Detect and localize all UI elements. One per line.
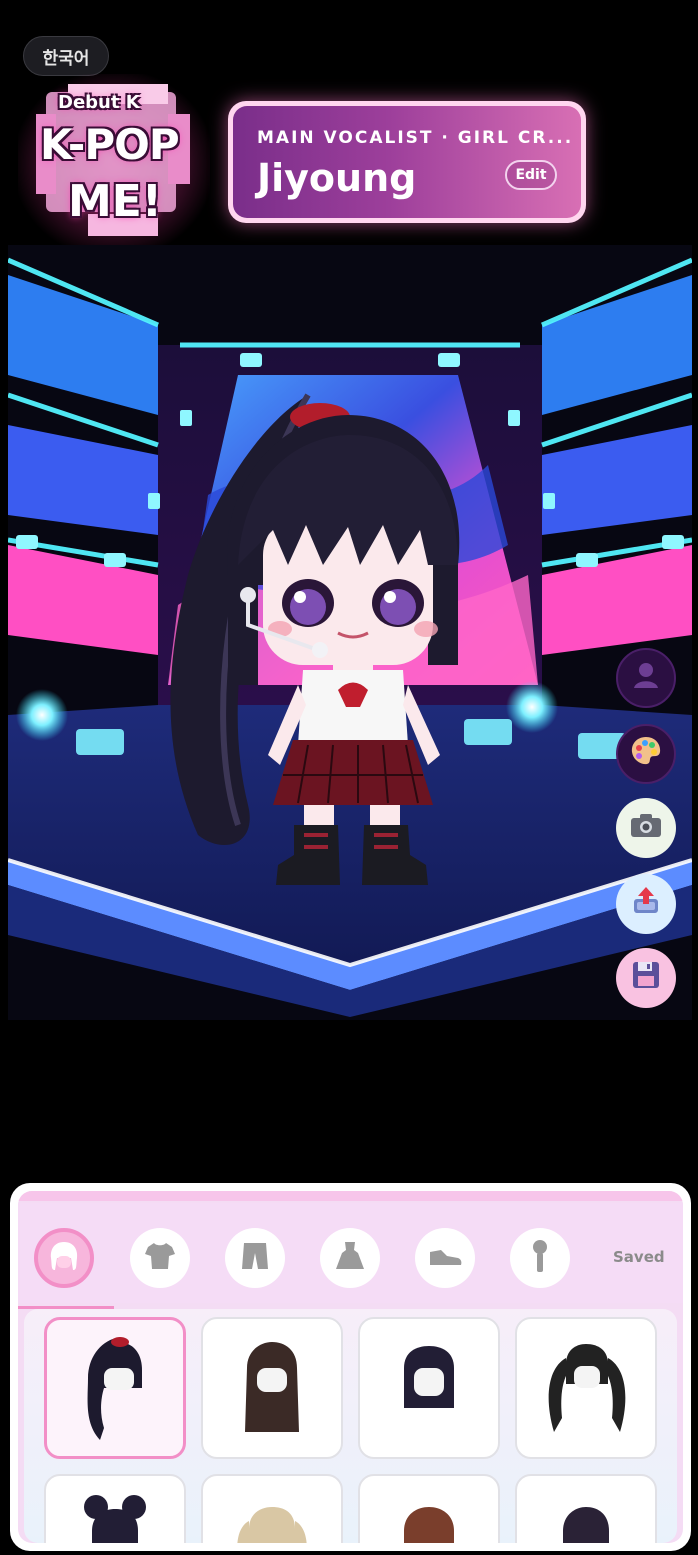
- logo-me-text: ME!: [68, 176, 162, 227]
- person-icon: [631, 660, 661, 697]
- hair-item-dark-short[interactable]: [515, 1474, 657, 1543]
- category-tabs: Saved: [18, 1203, 683, 1309]
- idol-name: Jiyoung: [257, 156, 417, 200]
- logo-debut-text: Debut K: [58, 92, 140, 113]
- dress-icon: [333, 1239, 367, 1277]
- hair-item-auburn[interactable]: [358, 1474, 500, 1543]
- hair-icon: [46, 1238, 82, 1278]
- share-icon: [630, 885, 662, 924]
- shirt-icon: [143, 1239, 177, 1277]
- tab-saved[interactable]: Saved: [613, 1248, 665, 1266]
- stage-scene: [8, 245, 692, 1020]
- hair-item-black-twin-tails[interactable]: [515, 1317, 657, 1459]
- game-logo: Debut K K-POP ME!: [18, 74, 210, 254]
- profile-card: MAIN VOCALIST · GIRL CR... Jiyoung Edit: [228, 101, 586, 223]
- camera-icon: [629, 811, 663, 846]
- edit-name-button[interactable]: Edit: [505, 160, 557, 190]
- idol-role: MAIN VOCALIST · GIRL CR...: [257, 128, 574, 148]
- shoe-icon: [427, 1242, 463, 1274]
- tab-bottoms[interactable]: [225, 1228, 285, 1288]
- tab-dresses[interactable]: [320, 1228, 380, 1288]
- wardrobe-panel: Saved: [10, 1183, 691, 1551]
- share-button[interactable]: [616, 874, 676, 934]
- item-grid: [24, 1309, 677, 1543]
- logo-kpop-text: K-POP: [40, 120, 180, 169]
- tab-accessories[interactable]: [510, 1228, 570, 1288]
- palette-icon: [629, 734, 663, 775]
- tab-shoes[interactable]: [415, 1228, 475, 1288]
- save-icon: [630, 959, 662, 998]
- avatar-view-button[interactable]: [616, 648, 676, 708]
- hair-item-long-brown-straight[interactable]: [201, 1317, 343, 1459]
- hair-item-long-black-ponytail[interactable]: [44, 1317, 186, 1459]
- tab-hair[interactable]: [34, 1228, 94, 1288]
- screenshot-button[interactable]: [616, 798, 676, 858]
- hair-item-black-bob[interactable]: [358, 1317, 500, 1459]
- pants-icon: [238, 1239, 272, 1277]
- color-palette-button[interactable]: [616, 724, 676, 784]
- language-button[interactable]: 한국어: [23, 36, 109, 76]
- hair-item-black-space-buns[interactable]: [44, 1474, 186, 1543]
- save-button[interactable]: [616, 948, 676, 1008]
- microphone-icon: [528, 1238, 552, 1278]
- hair-item-blonde-pigtails[interactable]: [201, 1474, 343, 1543]
- tab-tops[interactable]: [130, 1228, 190, 1288]
